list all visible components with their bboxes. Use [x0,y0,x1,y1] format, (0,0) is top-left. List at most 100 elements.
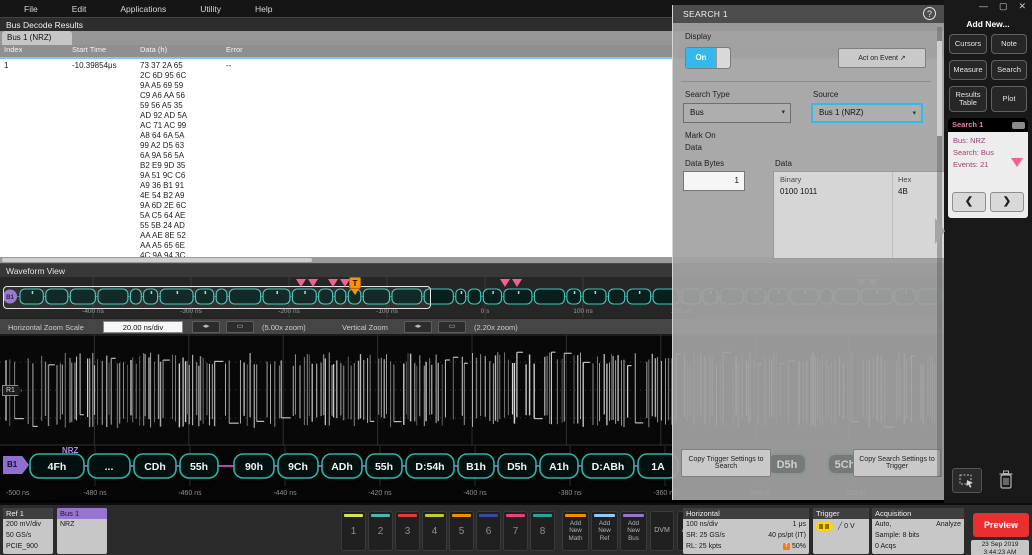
bus-value-box: ADh [322,454,362,478]
bus-value-box: CDh [134,454,176,478]
acquisition-settings-badge[interactable]: Acquisition Auto,Analyze Sample: 8 bits … [872,508,964,554]
bus-axis-label: -460 ns [178,490,202,497]
help-icon[interactable]: ? [923,7,936,20]
menu-help[interactable]: Help [255,4,272,14]
channel-7-button[interactable]: 7 [503,511,528,551]
panel-scrollbar[interactable] [937,27,942,477]
horizontal-settings-badge[interactable]: Horizontal 100 ns/div1 μs SR: 25 GS/s40 … [683,508,809,554]
color-stripe [594,514,615,517]
bus-value-box: D:ABh [582,454,634,478]
overview-axis-label: 0 s [463,308,507,315]
channel-color-stripe [452,514,471,517]
source-dropdown[interactable]: Bus 1 (NRZ) ▾ [811,103,923,123]
bus-axis-label: -420 ns [368,490,392,497]
ref1-waveform-badge[interactable]: R1 [2,385,22,396]
v-pan-button[interactable]: ◂▸ [404,321,432,333]
channel-8-button[interactable]: 8 [530,511,555,551]
menu-utility[interactable]: Utility [200,4,221,14]
svg-text:D5h: D5h [507,461,527,473]
add-plot-button[interactable]: Plot [991,86,1027,112]
panel-collapse-handle[interactable] [935,218,945,244]
search-mark-pair[interactable] [328,279,350,287]
h-zoom-reset-button[interactable]: ▭ [226,321,254,333]
next-event-button[interactable]: ❯ [990,192,1024,212]
add-note-button[interactable]: Note [991,34,1027,54]
screen-capture-button[interactable] [952,468,982,493]
trigger-position-icon: T [783,543,790,550]
chevron-down-icon: ▾ [781,104,785,122]
copy-trigger-settings-button[interactable]: Copy Trigger Settings to Search [681,449,771,477]
maximize-icon[interactable]: ▢ [999,1,1008,12]
menu-applications[interactable]: Applications [120,4,166,14]
toggle-knob[interactable] [716,48,730,68]
h-pan-button[interactable]: ◂▸ [192,321,220,333]
tab-bus1-nrz[interactable]: Bus 1 (NRZ) [2,31,72,45]
channel-5-button[interactable]: 5 [449,511,474,551]
svg-text:...: ... [105,461,114,473]
menu-file[interactable]: File [24,4,38,14]
oscilloscope-screen: File Edit Applications Utility Help Bus … [0,0,1032,555]
datetime-display: 23 Sep 2019 3:44:23 AM [971,540,1029,555]
svg-text:4Fh: 4Fh [48,461,67,473]
copy-search-settings-button[interactable]: Copy Search Settings to Trigger [853,449,941,477]
prev-event-button[interactable]: ❮ [952,192,986,212]
bus-value-box: D5h [498,454,536,478]
mark-on-sublabel: Data [685,143,702,152]
col-error: Error [226,45,243,55]
trash-icon [998,470,1014,490]
svg-text:A1h: A1h [549,461,569,473]
svg-text:1A: 1A [651,461,665,473]
search-type-dropdown[interactable]: Bus ▾ [683,103,791,123]
zoom-selection-box[interactable] [3,286,431,309]
ref1-status-badge[interactable]: Ref 1 200 mV/div 50 GS/s PCIE_900 [3,508,53,554]
delete-trash-button[interactable] [998,470,1014,495]
add-results-table-button[interactable]: Results Table [949,86,987,112]
add-search-button[interactable]: Search [991,60,1027,80]
binary-column-header: Binary [780,175,801,184]
act-on-event-button[interactable]: Act on Event ↗ [838,48,926,68]
v-zoom-factor: (2.20x zoom) [474,323,518,332]
bus-value-box: 4Fh [30,454,84,478]
dvm-button[interactable]: DVM [650,511,674,551]
add-new-math-button[interactable]: Add New Math [562,511,589,551]
binary-value: 0100 1011 [780,187,817,196]
bus-value-box: ... [88,454,130,478]
v-zoom-reset-button[interactable]: ▭ [438,321,466,333]
scrollbar-thumb[interactable] [937,41,942,136]
add-cursors-button[interactable]: Cursors [949,34,987,54]
bus-value-box: 90h [234,454,274,478]
scrollbar-thumb[interactable] [2,258,312,262]
chevron-down-icon: ▾ [912,105,916,123]
preview-button[interactable]: Preview [973,513,1029,537]
menu-edit[interactable]: Edit [72,4,87,14]
h-zoom-scale-input[interactable]: 20.00 ns/div [103,321,183,333]
search-data-table[interactable]: Binary Hex 0100 1011 4B [773,171,953,259]
overview-axis-label: 100 ns [561,308,605,315]
search-panel-title[interactable]: SEARCH 1 [673,5,944,23]
color-stripe [565,514,586,517]
display-toggle[interactable]: On [685,47,731,69]
window-controls: — ▢ ✕ [979,1,1026,12]
add-measure-button[interactable]: Measure [949,60,987,80]
bus1-status-badge[interactable]: Bus 1 NRZ [57,508,107,554]
trigger-settings-badge[interactable]: Trigger ╱ 0 V [813,508,869,554]
search-mark-pair[interactable] [500,279,522,287]
channel-1-button[interactable]: 1 [341,511,366,551]
channel-6-button[interactable]: 6 [476,511,501,551]
search1-badge-card[interactable]: Search 1 Bus: NRZ Search: Bus Events: 21… [948,118,1028,218]
hex-column-header: Hex [898,175,911,184]
channel-4-button[interactable]: 4 [422,511,447,551]
close-icon[interactable]: ✕ [1018,1,1026,12]
channel-color-stripe [344,514,363,517]
add-new-bus-button[interactable]: Add New Bus [620,511,647,551]
search-mark-pair[interactable] [296,279,318,287]
search1-config-panel: SEARCH 1 ? Display On Act on Event ↗ Sea… [672,5,944,500]
trigger-position-marker[interactable]: T [349,277,361,289]
channel-3-button[interactable]: 3 [395,511,420,551]
minimize-icon[interactable]: — [979,1,988,12]
data-bytes-input[interactable]: 1 [683,171,745,191]
add-new-ref-button[interactable]: Add New Ref [591,511,618,551]
right-sidebar: — ▢ ✕ Add New... Cursors Note Measure Se… [944,0,1032,503]
channel-color-stripe [533,514,552,517]
channel-2-button[interactable]: 2 [368,511,393,551]
